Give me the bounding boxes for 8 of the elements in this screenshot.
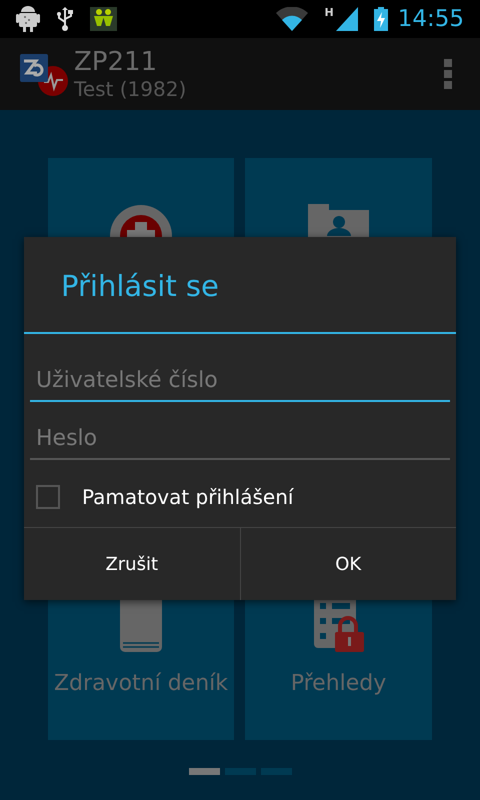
- checkbox-label: Pamatovat přihlášení: [82, 484, 294, 511]
- tile-label: Zdravotní deník: [54, 670, 228, 698]
- dialog-title: Přihlásit se: [61, 269, 219, 303]
- app-subtitle: Test (1982): [74, 77, 186, 101]
- clock: 14:55: [398, 8, 464, 30]
- network-type-label: H: [324, 7, 334, 18]
- app-title: ZP211: [74, 47, 158, 77]
- tile-label: Přehledy: [290, 670, 386, 698]
